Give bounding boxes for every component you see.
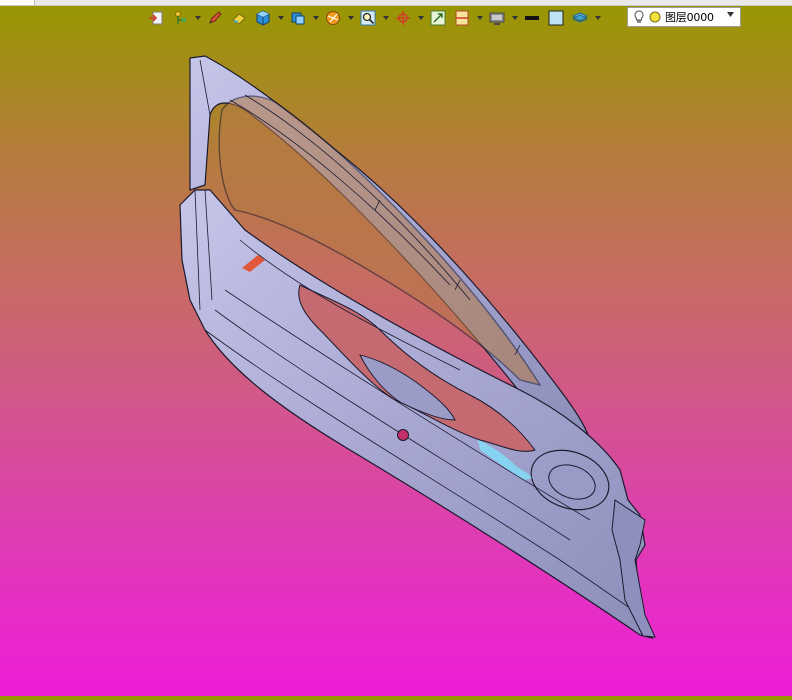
dropdown-arrow-icon[interactable] <box>727 11 734 18</box>
view-cube-dropdown-icon[interactable] <box>312 8 319 28</box>
section-view-icon[interactable] <box>452 8 472 28</box>
window-top-strip <box>0 0 792 6</box>
view-toolbar <box>146 8 601 28</box>
top-tab[interactable] <box>0 0 35 5</box>
axis-dropdown-icon[interactable] <box>417 8 424 28</box>
pencil-icon[interactable] <box>205 8 225 28</box>
visibility-dot-icon[interactable] <box>649 11 661 23</box>
3d-viewport[interactable] <box>0 30 792 696</box>
light-bulb-icon[interactable] <box>632 10 646 24</box>
render-sphere-dropdown-icon[interactable] <box>347 8 354 28</box>
tree-pointer-dropdown-icon[interactable] <box>194 8 201 28</box>
layer-stack-dropdown-icon[interactable] <box>594 8 601 28</box>
cube-dropdown-icon[interactable] <box>277 8 284 28</box>
zoom-icon[interactable] <box>358 8 378 28</box>
cube-icon[interactable] <box>253 8 273 28</box>
render-sphere-icon[interactable] <box>323 8 343 28</box>
layer-stack-icon[interactable] <box>570 8 590 28</box>
fit-view-icon[interactable] <box>428 8 448 28</box>
section-view-dropdown-icon[interactable] <box>476 8 483 28</box>
current-layer-name: 图层0000 <box>665 11 714 24</box>
exit-icon[interactable] <box>146 8 166 28</box>
car-door-model[interactable] <box>0 30 792 696</box>
tree-pointer-icon[interactable] <box>170 8 190 28</box>
drain-hole <box>397 429 409 441</box>
line-weight-icon[interactable] <box>522 8 542 28</box>
display-mode-icon[interactable] <box>487 8 507 28</box>
view-cube-icon[interactable] <box>288 8 308 28</box>
display-mode-dropdown-icon[interactable] <box>511 8 518 28</box>
eraser-icon[interactable] <box>229 8 249 28</box>
fill-color-icon[interactable] <box>546 8 566 28</box>
axis-icon[interactable] <box>393 8 413 28</box>
layer-selector[interactable]: 图层0000 <box>627 7 741 27</box>
zoom-dropdown-icon[interactable] <box>382 8 389 28</box>
